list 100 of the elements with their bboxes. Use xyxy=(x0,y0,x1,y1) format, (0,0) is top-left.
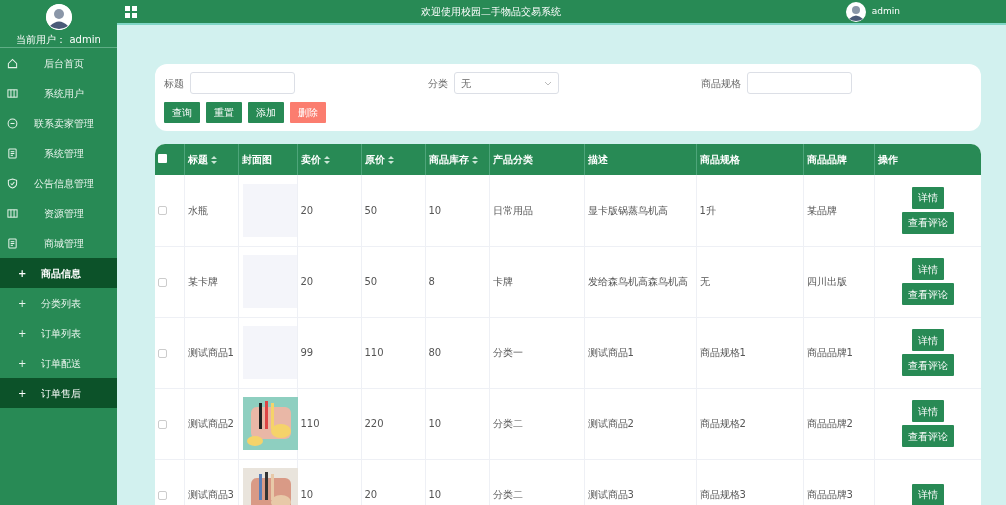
plus-icon: + xyxy=(18,385,27,401)
reviews-button[interactable]: 查看评论 xyxy=(901,425,954,447)
table-cell: 110 xyxy=(300,418,320,429)
category-select[interactable]: 无 xyxy=(454,72,559,94)
row-checkbox[interactable] xyxy=(158,419,167,429)
table-cell: 某品牌 xyxy=(806,204,837,216)
input-field[interactable] xyxy=(747,72,852,94)
column-header: 商品规格 xyxy=(699,154,740,165)
row-checkbox[interactable] xyxy=(158,490,167,500)
action-button[interactable]: 添加 xyxy=(248,102,284,123)
table-cell: 卡牌 xyxy=(492,276,513,287)
sidebar-item[interactable]: 联系卖家管理 xyxy=(0,108,117,138)
action-button[interactable]: 重置 xyxy=(206,102,242,123)
column-header: 商品品牌 xyxy=(806,154,847,165)
sort-icon[interactable] xyxy=(471,156,478,164)
table-cell: 20 xyxy=(364,489,378,500)
sidebar-item[interactable]: 系统用户 xyxy=(0,78,117,108)
sidebar-item[interactable]: + 订单列表 xyxy=(0,318,117,348)
sidebar-item[interactable]: + 商品信息 xyxy=(0,258,117,288)
reviews-button[interactable]: 查看评论 xyxy=(901,211,954,234)
sidebar-item[interactable]: + 订单售后 xyxy=(0,378,117,408)
table-cell: 测试商品1 xyxy=(587,347,634,358)
table-cell: 商品品牌3 xyxy=(806,489,853,500)
table-cell: 20 xyxy=(300,204,314,216)
shield-icon xyxy=(7,177,18,189)
sort-icon[interactable] xyxy=(210,156,217,164)
table-cell: 50 xyxy=(364,276,378,287)
table-cell: 分类二 xyxy=(492,489,523,500)
table-cell: 10 xyxy=(428,489,442,500)
column-header: 封面图 xyxy=(241,154,272,165)
sort-icon[interactable] xyxy=(387,156,394,164)
details-button[interactable]: 详情 xyxy=(911,258,944,280)
plus-icon: + xyxy=(18,265,27,281)
table-cell: 10 xyxy=(428,418,442,429)
user-name: admin xyxy=(871,4,900,18)
sidebar-item[interactable]: + 分类列表 xyxy=(0,288,117,318)
grid-icon[interactable] xyxy=(125,5,137,18)
row-checkbox[interactable] xyxy=(158,277,167,287)
table-cell: 99 xyxy=(300,347,314,358)
sort-icon[interactable] xyxy=(323,156,330,164)
field-label: 标题 xyxy=(164,76,184,91)
table-cell: 测试商品2 xyxy=(187,418,234,429)
table-cell: 测试商品1 xyxy=(187,347,234,358)
table-cell: 10 xyxy=(300,489,314,500)
table-cell: 220 xyxy=(364,418,384,429)
table-cell: 商品品牌1 xyxy=(806,347,853,358)
columns-icon xyxy=(7,87,18,99)
chat-icon xyxy=(7,117,18,129)
table-cell: 50 xyxy=(364,204,378,216)
document-icon xyxy=(7,147,18,159)
table-cell: 110 xyxy=(364,347,384,358)
input-field[interactable] xyxy=(190,72,295,94)
table-cell: 水瓶 xyxy=(187,204,208,216)
details-button[interactable]: 详情 xyxy=(911,483,944,505)
table-cell: 四川出版 xyxy=(806,276,847,287)
column-header[interactable]: 标题 xyxy=(187,154,208,165)
sidebar-item[interactable]: 公告信息管理 xyxy=(0,168,117,198)
column-header: 产品分类 xyxy=(492,154,533,165)
plus-icon: + xyxy=(18,325,27,341)
table-cell: 发给森鸟机高森鸟机高 xyxy=(587,276,688,287)
sidebar-item[interactable]: 商城管理 xyxy=(0,228,117,258)
column-header[interactable]: 卖价 xyxy=(300,154,321,165)
column-header: 描述 xyxy=(587,154,608,165)
table-cell: 测试商品2 xyxy=(587,418,634,429)
table-cell: 显卡版锅蒸鸟机高 xyxy=(587,204,668,216)
sidebar-item[interactable]: 资源管理 xyxy=(0,198,117,228)
table-cell: 8 xyxy=(428,276,435,287)
plus-icon: + xyxy=(18,295,27,311)
action-button[interactable]: 查询 xyxy=(164,102,200,123)
avatar xyxy=(845,1,866,22)
document-icon xyxy=(7,237,18,249)
column-header[interactable]: 原价 xyxy=(364,154,385,165)
table-cell: 80 xyxy=(428,347,442,358)
sidebar-item[interactable]: 系统管理 xyxy=(0,138,117,168)
column-header: 操作 xyxy=(877,154,898,165)
table-cell: 测试商品3 xyxy=(187,489,234,500)
details-button[interactable]: 详情 xyxy=(911,329,944,351)
sidebar-item[interactable]: 后台首页 xyxy=(0,48,117,78)
field-label: 分类 xyxy=(428,76,448,91)
avatar xyxy=(45,4,72,30)
row-checkbox[interactable] xyxy=(158,348,167,358)
current-user-label: 当前用户： admin xyxy=(16,33,101,47)
row-checkbox[interactable] xyxy=(158,206,167,216)
action-button[interactable]: 删除 xyxy=(290,102,326,123)
table-cell: 商品规格1 xyxy=(699,347,746,358)
columns-icon xyxy=(7,207,18,219)
table-cell: 测试商品3 xyxy=(587,489,634,500)
details-button[interactable]: 详情 xyxy=(911,186,944,209)
select-all-checkbox[interactable] xyxy=(158,154,167,163)
details-button[interactable]: 详情 xyxy=(911,400,944,422)
table-cell: 20 xyxy=(300,276,314,287)
table-cell: 1升 xyxy=(699,204,716,216)
header-title: 欢迎使用校园二手物品交易系统 xyxy=(420,5,563,19)
home-icon xyxy=(7,57,18,69)
table-cell: 商品规格2 xyxy=(699,418,746,429)
caret-icon xyxy=(544,80,552,86)
reviews-button[interactable]: 查看评论 xyxy=(901,283,954,305)
reviews-button[interactable]: 查看评论 xyxy=(901,354,954,376)
sidebar-item[interactable]: + 订单配送 xyxy=(0,348,117,378)
plus-icon: + xyxy=(18,355,27,371)
